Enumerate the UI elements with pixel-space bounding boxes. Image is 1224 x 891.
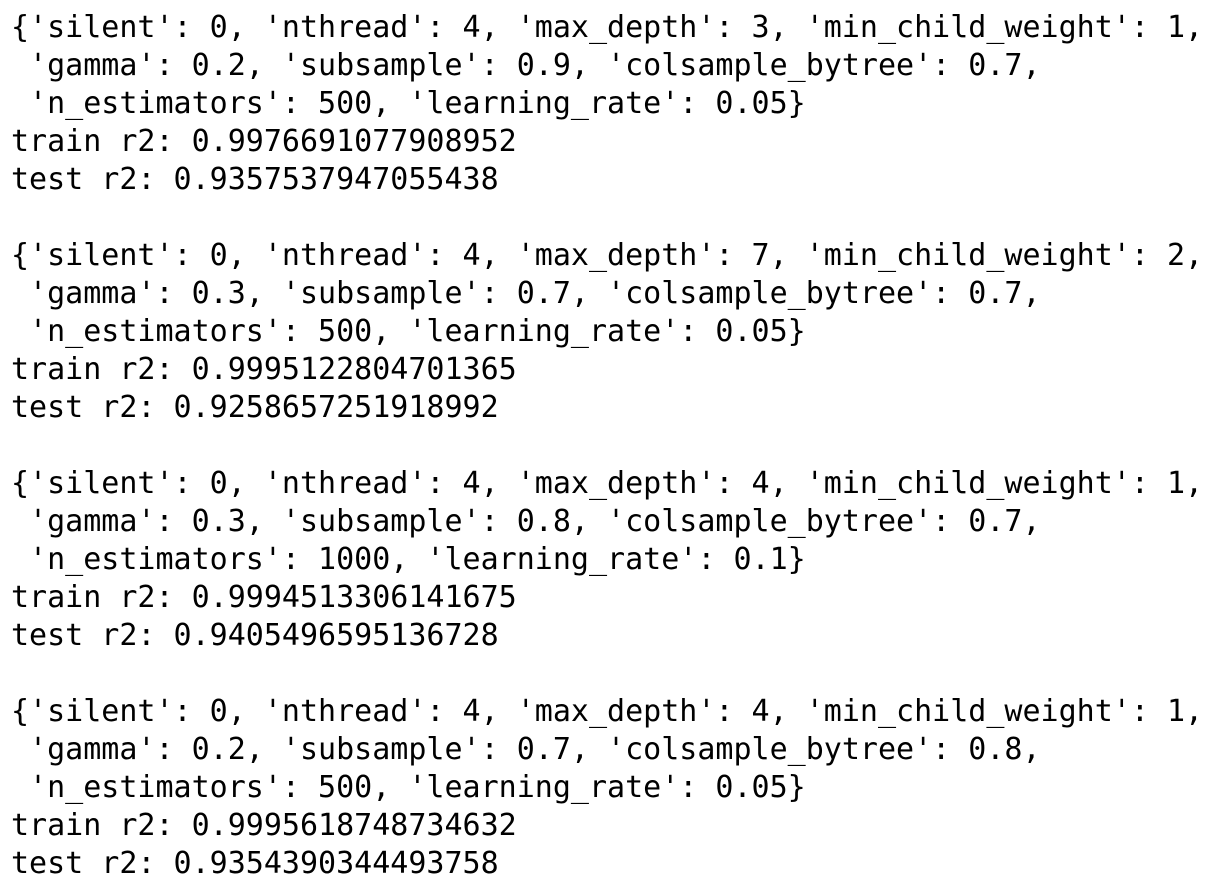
params-line: {'silent': 0, 'nthread': 4, 'max_depth':… [11,694,1204,729]
run-block-1: {'silent': 0, 'nthread': 4, 'max_depth':… [11,9,1224,199]
params-line: 'gamma': 0.2, 'subsample': 0.9, 'colsamp… [11,48,1041,83]
test-r2-line: test r2: 0.9354390344493758 [11,846,499,881]
test-r2-line: test r2: 0.9357537947055438 [11,162,499,197]
console-output: {'silent': 0, 'nthread': 4, 'max_depth':… [0,0,1224,891]
params-line: 'gamma': 0.2, 'subsample': 0.7, 'colsamp… [11,732,1041,767]
params-line: 'n_estimators': 500, 'learning_rate': 0.… [11,770,806,805]
run-block-2: {'silent': 0, 'nthread': 4, 'max_depth':… [11,237,1224,427]
test-r2-line: test r2: 0.9405496595136728 [11,618,499,653]
params-line: 'n_estimators': 500, 'learning_rate': 0.… [11,86,806,121]
params-line: {'silent': 0, 'nthread': 4, 'max_depth':… [11,10,1204,45]
params-line: 'n_estimators': 500, 'learning_rate': 0.… [11,314,806,349]
train-r2-line: train r2: 0.9995618748734632 [11,808,517,843]
train-r2-line: train r2: 0.9994513306141675 [11,580,517,615]
run-block-4: {'silent': 0, 'nthread': 4, 'max_depth':… [11,693,1224,883]
params-line: 'gamma': 0.3, 'subsample': 0.8, 'colsamp… [11,504,1041,539]
test-r2-line: test r2: 0.9258657251918992 [11,390,499,425]
params-line: {'silent': 0, 'nthread': 4, 'max_depth':… [11,238,1204,273]
train-r2-line: train r2: 0.9976691077908952 [11,124,517,159]
train-r2-line: train r2: 0.9995122804701365 [11,352,517,387]
params-line: {'silent': 0, 'nthread': 4, 'max_depth':… [11,466,1204,501]
params-line: 'gamma': 0.3, 'subsample': 0.7, 'colsamp… [11,276,1041,311]
params-line: 'n_estimators': 1000, 'learning_rate': 0… [11,542,806,577]
run-block-3: {'silent': 0, 'nthread': 4, 'max_depth':… [11,465,1224,655]
